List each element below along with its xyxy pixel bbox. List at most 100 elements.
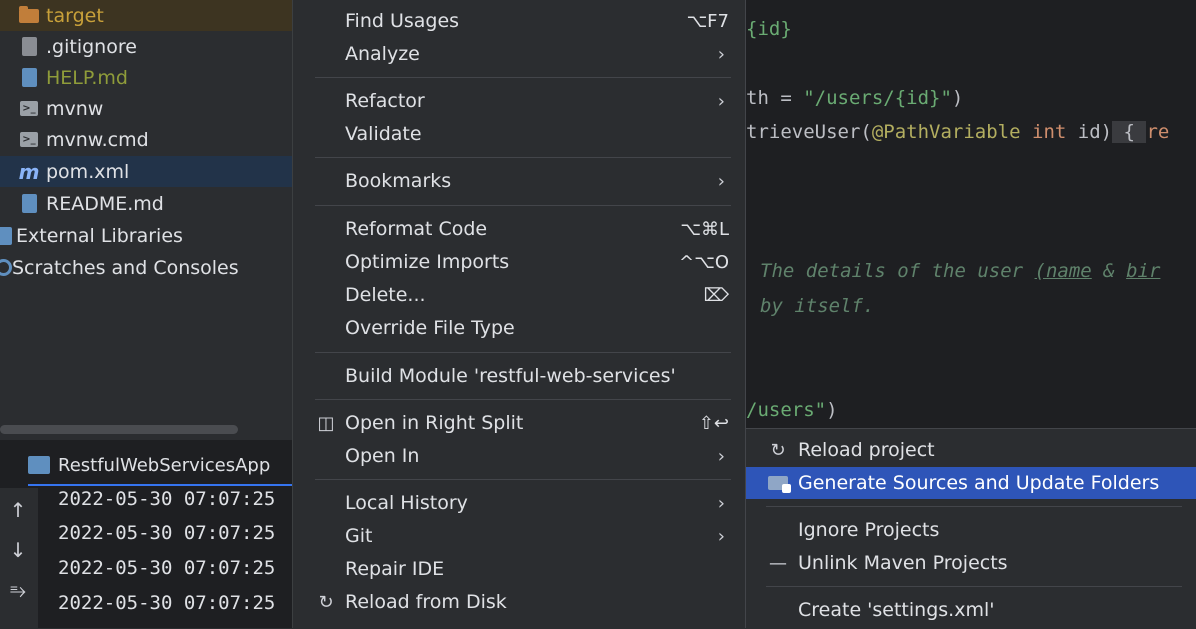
menu-item-label: Bookmarks: [345, 170, 452, 192]
menu-item-optimize-imports[interactable]: Optimize Imports ^⌥O: [293, 246, 745, 278]
code-string: {id}: [746, 18, 792, 40]
chevron-right-icon: ›: [717, 43, 725, 65]
comment-text: The details of the user: [760, 260, 1035, 282]
menu-item-git[interactable]: Git ›: [293, 520, 745, 552]
menu-item-label: Build Module 'restful-web-services': [345, 365, 676, 387]
menu-item-bookmarks[interactable]: Bookmarks ›: [293, 165, 745, 197]
menu-item-analyze[interactable]: Analyze ›: [293, 38, 745, 70]
run-tab[interactable]: RestfulWebServicesApp: [28, 450, 270, 480]
markdown-file-icon: [18, 193, 40, 215]
code-string: "/users/{id}": [803, 87, 952, 109]
tree-item-target[interactable]: target: [0, 0, 292, 31]
folder-icon: [18, 5, 40, 27]
tree-item-label: pom.xml: [46, 160, 130, 183]
shortcut-label: ⌥F7: [686, 10, 729, 32]
code-folded-brace[interactable]: {: [1112, 121, 1147, 143]
reload-icon: ↻: [318, 591, 334, 613]
menu-separator: [315, 479, 731, 480]
chevron-right-icon: ›: [717, 90, 725, 112]
menu-item-open-in-right-split[interactable]: ◫ Open in Right Split ⇧↩: [293, 407, 745, 439]
submenu-item-label: Generate Sources and Update Folders: [798, 472, 1160, 494]
code-comment: The details of the user (name & bir: [760, 260, 1160, 282]
menu-item-label: Open in Right Split: [345, 412, 524, 434]
menu-separator: [766, 586, 1182, 587]
menu-item-label: Validate: [345, 123, 422, 145]
chevron-right-icon: ›: [717, 170, 725, 192]
code-method: trieveUser(: [746, 121, 872, 143]
menu-separator: [766, 506, 1182, 507]
arrow-up-icon[interactable]: ↑: [4, 496, 32, 524]
file-icon: [18, 36, 40, 58]
tree-item-label: mvnw.cmd: [46, 128, 149, 151]
code-text: ): [826, 399, 838, 421]
menu-item-find-usages[interactable]: Find Usages ⌥F7: [293, 5, 745, 37]
menu-separator: [315, 352, 731, 353]
tree-item-scratches[interactable]: Scratches and Consoles: [0, 252, 292, 283]
tree-item-external-libraries[interactable]: External Libraries: [0, 220, 292, 251]
menu-item-label: Analyze: [345, 43, 420, 65]
submenu-item-ignore-projects[interactable]: Ignore Projects: [746, 514, 1196, 546]
menu-separator: [315, 157, 731, 158]
code-line: {id}: [746, 18, 792, 40]
submenu-item-generate-sources[interactable]: Generate Sources and Update Folders: [746, 467, 1196, 499]
terminal-file-icon: >_: [18, 129, 40, 151]
tree-item-gitignore[interactable]: .gitignore: [0, 31, 292, 62]
soft-wrap-icon[interactable]: ⥱: [4, 576, 32, 604]
run-toolbar: ↑ ↓ ⥱: [0, 488, 38, 628]
minus-icon: —: [769, 552, 787, 574]
library-icon: [0, 225, 16, 247]
submenu-item-label: Create 'settings.xml': [798, 599, 995, 621]
code-annotation: @PathVariable: [871, 121, 1021, 143]
tree-item-readme-md[interactable]: README.md: [0, 188, 292, 219]
menu-item-label: Delete...: [345, 284, 426, 306]
chevron-right-icon: ›: [717, 445, 725, 467]
submenu-item-create-settings-xml[interactable]: Create 'settings.xml': [746, 594, 1196, 626]
arrow-down-icon[interactable]: ↓: [4, 536, 32, 564]
menu-item-reformat-code[interactable]: Reformat Code ⌥⌘L: [293, 213, 745, 245]
code-keyword: int: [1032, 121, 1067, 143]
menu-item-local-history[interactable]: Local History ›: [293, 487, 745, 519]
menu-item-build-module[interactable]: Build Module 'restful-web-services': [293, 360, 745, 392]
code-string: /users": [746, 399, 827, 421]
menu-item-refactor[interactable]: Refactor ›: [293, 85, 745, 117]
menu-item-override-file-type[interactable]: Override File Type: [293, 312, 745, 344]
tree-item-mvnw[interactable]: >_ mvnw: [0, 93, 292, 124]
log-line: 2022-05-30 07:07:25: [58, 557, 276, 579]
submenu-item-reload-project[interactable]: ↻ Reload project: [746, 434, 1196, 466]
horizontal-scrollbar[interactable]: [0, 425, 238, 434]
comment-text: bir: [1126, 260, 1161, 282]
maven-icon: m: [18, 159, 40, 184]
menu-item-reload-from-disk[interactable]: ↻ Reload from Disk: [293, 586, 745, 618]
log-line: 2022-05-30 07:07:25: [58, 488, 276, 510]
menu-separator: [315, 77, 731, 78]
reload-icon: ↻: [770, 439, 786, 461]
menu-item-label: Optimize Imports: [345, 251, 510, 273]
tree-item-label: README.md: [46, 192, 164, 215]
menu-separator: [315, 399, 731, 400]
context-menu: Find Usages ⌥F7 Analyze › Refactor › Val…: [292, 0, 746, 628]
run-tab-label: RestfulWebServicesApp: [58, 454, 271, 476]
tree-item-help-md[interactable]: HELP.md: [0, 62, 292, 93]
tree-item-pom-xml[interactable]: m pom.xml: [0, 156, 292, 187]
markdown-file-icon: [18, 67, 40, 89]
maven-submenu: ↻ Reload project Generate Sources and Up…: [746, 428, 1196, 629]
submenu-item-label: Unlink Maven Projects: [798, 552, 1008, 574]
menu-item-repair-ide[interactable]: Repair IDE: [293, 553, 745, 585]
code-text: th =: [746, 87, 804, 109]
submenu-item-unlink-maven-projects[interactable]: — Unlink Maven Projects: [746, 547, 1196, 579]
terminal-file-icon: >_: [18, 98, 40, 120]
menu-item-delete[interactable]: Delete... ⌦: [293, 279, 745, 311]
menu-item-open-in[interactable]: Open In ›: [293, 440, 745, 472]
menu-item-label: Override File Type: [345, 317, 515, 339]
menu-item-validate[interactable]: Validate: [293, 118, 745, 150]
split-view-icon: ◫: [317, 412, 335, 434]
menu-item-label: Open In: [345, 445, 420, 467]
shortcut-label: ⇧↩: [698, 412, 729, 434]
tree-item-label: target: [46, 4, 104, 27]
chevron-right-icon: ›: [717, 525, 725, 547]
log-line: 2022-05-30 07:07:25: [58, 522, 276, 544]
menu-item-label: Find Usages: [345, 10, 460, 32]
tab-underline: [28, 484, 292, 486]
shortcut-label: ⌥⌘L: [680, 218, 729, 240]
tree-item-mvnw-cmd[interactable]: >_ mvnw.cmd: [0, 124, 292, 155]
